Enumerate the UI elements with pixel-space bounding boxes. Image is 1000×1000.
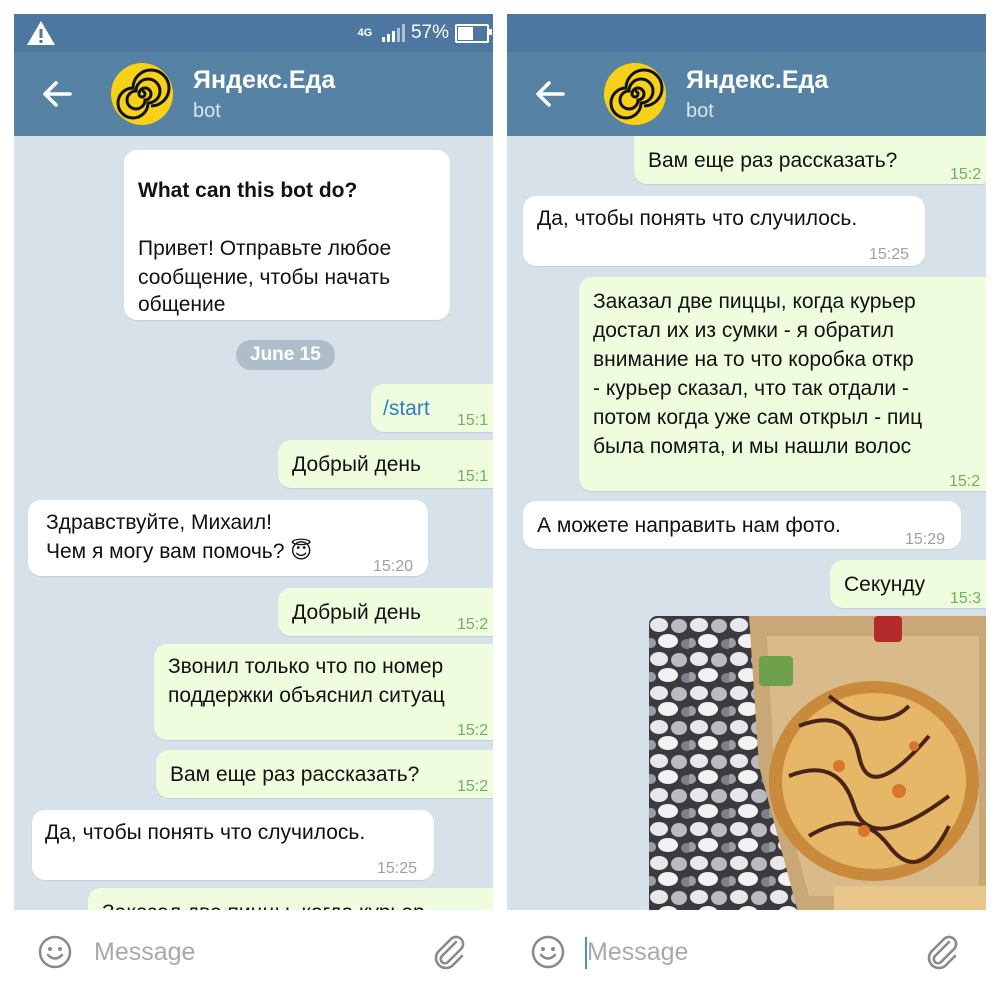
message-text: Добрый день — [292, 601, 421, 624]
message-list[interactable]: Вам еще раз рассказать? 15:2 Да, чтобы п… — [507, 136, 986, 910]
message-text: Звонил только что по номер — [168, 655, 444, 678]
chat-subtitle: bot — [193, 100, 221, 122]
message-time: 15:2 — [457, 778, 489, 795]
bot-avatar[interactable] — [111, 63, 173, 125]
warning-icon — [27, 21, 55, 45]
message-outgoing[interactable]: Вам еще раз рассказать? 15:2 — [634, 136, 986, 184]
message-text: А можете направить нам фото. — [537, 514, 841, 537]
message-text: достал их из сумки - я обратил — [593, 319, 895, 342]
message-text: потом когда уже сам открыл - пиц — [593, 406, 923, 429]
message-text: была помята, и мы нашли волос — [593, 435, 912, 458]
intro-line: Привет! Отправьте любое — [138, 237, 392, 260]
bot-intro-card: What can this bot do? Привет! Отправьте … — [124, 150, 450, 320]
intro-title: What can this bot do? — [138, 179, 358, 202]
paperclip-icon[interactable] — [429, 932, 469, 972]
message-time: 15:2 — [457, 616, 489, 633]
message-time: 15:3 — [950, 590, 982, 607]
emoji-icon[interactable] — [37, 934, 73, 970]
message-outgoing[interactable]: Заказал две пиццы, когда курьер — [88, 888, 493, 910]
back-arrow-icon[interactable] — [533, 76, 567, 112]
message-incoming[interactable]: Да, чтобы понять что случилось. 15:25 — [523, 196, 925, 266]
battery-percent: 57% — [410, 22, 449, 43]
message-time: 15:2 — [457, 722, 489, 739]
pizza-image-icon — [649, 616, 986, 910]
message-incoming[interactable]: Да, чтобы понять что случилось. 15:25 — [32, 810, 434, 880]
status-bar: 4G 57% — [14, 14, 493, 52]
message-text: Добрый день — [292, 453, 421, 476]
message-outgoing[interactable]: Заказал две пиццы, когда курьер достал и… — [579, 277, 986, 491]
chat-subtitle: bot — [686, 100, 714, 122]
message-time: 15:1 — [457, 468, 489, 485]
message-outgoing[interactable]: Звонил только что по номер поддержки объ… — [154, 644, 493, 740]
message-time: 15:25 — [869, 246, 910, 263]
message-text: Чем я могу вам помочь? — [46, 540, 285, 563]
message-time: 15:20 — [373, 558, 414, 575]
message-outgoing[interactable]: Секунду 15:3 — [830, 560, 986, 608]
left-screen: 4G 57% Яндекс.Еда bot What can this bot … — [14, 0, 493, 1000]
message-text: Заказал две пиццы, когда курьер — [102, 898, 425, 910]
message-outgoing[interactable]: Добрый день 15:1 — [278, 440, 493, 488]
message-text: Вам еще раз рассказать? — [170, 763, 420, 786]
message-outgoing[interactable]: Вам еще раз рассказать? 15:2 — [156, 750, 493, 798]
message-text: поддержки объяснил ситуац — [168, 684, 445, 707]
message-time: 15:25 — [377, 860, 418, 877]
message-text: Заказал две пиццы, когда курьер — [593, 290, 916, 313]
message-input[interactable] — [583, 932, 901, 972]
message-composer — [507, 910, 986, 1000]
spiral-logo-icon — [609, 68, 664, 120]
chat-header: Яндекс.Еда bot — [507, 52, 986, 136]
message-input[interactable] — [90, 932, 408, 972]
message-composer — [14, 910, 493, 1000]
chat-title[interactable]: Яндекс.Еда — [686, 66, 828, 95]
message-text: Да, чтобы понять что случилось. — [45, 821, 366, 844]
signal-icon — [381, 24, 405, 42]
message-outgoing[interactable]: /start 15:1 — [371, 384, 493, 432]
bot-avatar[interactable] — [604, 63, 666, 125]
halo-emoji-icon: 😇 — [290, 540, 313, 563]
message-incoming[interactable]: А можете направить нам фото. 15:29 — [523, 501, 961, 549]
spiral-logo-icon — [116, 68, 171, 120]
message-time: 15:1 — [457, 412, 489, 429]
message-text: внимание на то что коробка откр — [593, 348, 914, 371]
message-text: Да, чтобы понять что случилось. — [537, 207, 858, 230]
back-arrow-icon[interactable] — [40, 76, 74, 112]
chat-header: Яндекс.Еда bot — [14, 52, 493, 136]
message-text: Здравствуйте, Михаил! — [46, 511, 272, 534]
message-time: 15:29 — [905, 531, 946, 548]
pizza-photo[interactable] — [649, 616, 986, 910]
right-screen: Яндекс.Еда bot Вам еще раз рассказать? 1… — [507, 0, 986, 1000]
chat-title[interactable]: Яндекс.Еда — [193, 66, 335, 95]
message-outgoing[interactable]: Добрый день 15:2 — [278, 588, 493, 636]
intro-line: сообщение, чтобы начать — [138, 266, 391, 289]
emoji-icon[interactable] — [530, 934, 566, 970]
date-separator: June 15 — [236, 340, 335, 370]
message-text: - курьер сказал, что так отдали - — [593, 377, 909, 400]
intro-line: общение — [138, 293, 226, 316]
network-type: 4G — [357, 26, 373, 39]
paperclip-icon[interactable] — [922, 932, 962, 972]
message-list[interactable]: What can this bot do? Привет! Отправьте … — [14, 136, 493, 910]
status-bar — [507, 14, 986, 52]
message-text: Вам еще раз рассказать? — [648, 149, 898, 172]
battery-icon — [455, 23, 492, 43]
message-incoming[interactable]: Здравствуйте, Михаил! Чем я могу вам пом… — [28, 500, 428, 576]
message-time: 15:2 — [950, 166, 982, 183]
command-link[interactable]: /start — [383, 394, 430, 423]
message-time: 15:2 — [949, 473, 981, 490]
message-text: Секунду — [844, 573, 926, 596]
